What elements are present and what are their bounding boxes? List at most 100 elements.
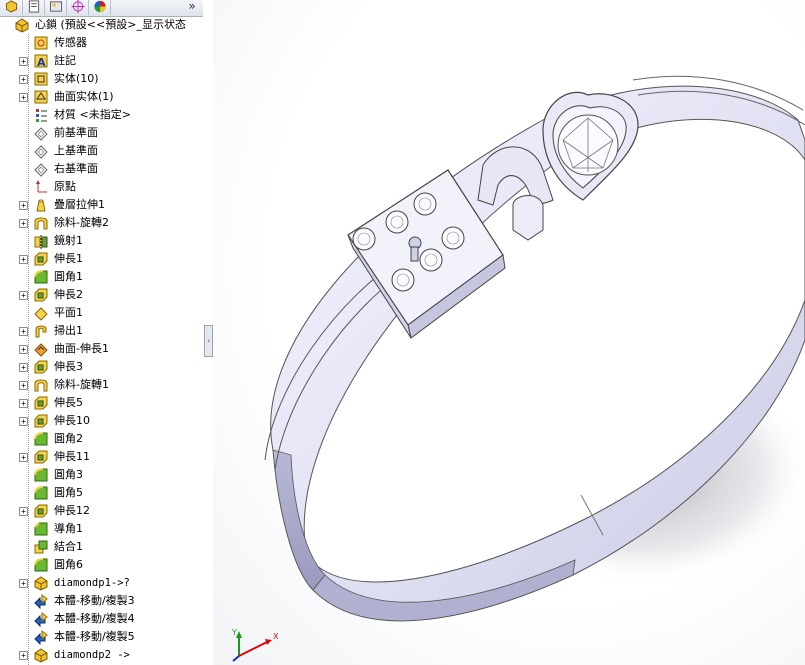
tree-item[interactable]: + 实体(10) bbox=[0, 70, 203, 88]
tree-item[interactable]: + 伸長3 bbox=[0, 358, 203, 376]
tree-item-label: 本體-移動/複製5 bbox=[54, 630, 135, 643]
tree-item[interactable]: + 除料-旋轉1 bbox=[0, 376, 203, 394]
tree-item-label: 圓角6 bbox=[54, 558, 83, 571]
expand-toggle[interactable]: + bbox=[19, 93, 28, 102]
tree-item-label: 原點 bbox=[54, 180, 76, 193]
mirror-icon bbox=[33, 233, 49, 249]
material-icon bbox=[33, 107, 49, 123]
tree-item[interactable]: + 掃出1 bbox=[0, 322, 203, 340]
tree-item[interactable]: 平面1 bbox=[0, 304, 203, 322]
tree-item[interactable]: 材質 <未指定> bbox=[0, 106, 203, 124]
crosshair-icon bbox=[71, 0, 85, 17]
expand-toggle[interactable]: + bbox=[19, 219, 28, 228]
tree-item[interactable]: 結合1 bbox=[0, 538, 203, 556]
tree-item[interactable]: 前基準面 bbox=[0, 124, 203, 142]
tree-item[interactable]: + A 註記 bbox=[0, 52, 203, 70]
loft-icon bbox=[33, 197, 49, 213]
expand-toggle[interactable]: + bbox=[19, 507, 28, 516]
tree-item-label: 材質 <未指定> bbox=[54, 108, 131, 121]
tree-item[interactable]: + 疊層拉伸1 bbox=[0, 196, 203, 214]
tree-item[interactable]: + 伸長11 bbox=[0, 448, 203, 466]
origin-icon bbox=[33, 179, 49, 195]
surface-bodies-icon bbox=[33, 89, 49, 105]
tree-item-label: 右基準面 bbox=[54, 162, 98, 175]
expand-toggle[interactable]: + bbox=[19, 75, 28, 84]
expand-toggle[interactable]: + bbox=[19, 399, 28, 408]
tree-item[interactable]: 圓角3 bbox=[0, 466, 203, 484]
extrude-icon bbox=[33, 413, 49, 429]
feature-manager-tab[interactable] bbox=[2, 0, 23, 15]
tree-item[interactable]: 本體-移動/複製5 bbox=[0, 628, 203, 646]
expand-toggle[interactable]: + bbox=[19, 453, 28, 462]
tree-item[interactable]: 圓角5 bbox=[0, 484, 203, 502]
tree-item-label: diamondp2 -> bbox=[54, 649, 130, 661]
configuration-manager-tab[interactable] bbox=[46, 0, 67, 15]
tree-item-label: 圓角1 bbox=[54, 270, 83, 283]
plane-icon bbox=[33, 125, 49, 141]
feature-tree-icon bbox=[5, 0, 19, 17]
tree-item-label: 上基準面 bbox=[54, 144, 98, 157]
tree-item[interactable]: + diamondp2 -> bbox=[0, 646, 203, 664]
tree-root-part[interactable]: 心鎖 (預設<<預設>_显示状态 bbox=[0, 16, 203, 34]
tree-item[interactable]: 本體-移動/複製4 bbox=[0, 610, 203, 628]
display-manager-tab[interactable] bbox=[90, 0, 111, 15]
tree-item-label: 平面1 bbox=[54, 306, 83, 319]
plane-icon bbox=[33, 143, 49, 159]
more-tabs-button[interactable]: » bbox=[183, 0, 201, 15]
tree-item[interactable]: 原點 bbox=[0, 178, 203, 196]
move-copy-icon bbox=[33, 593, 49, 609]
expand-toggle[interactable]: + bbox=[19, 255, 28, 264]
fillet-icon bbox=[33, 557, 49, 573]
tree-item-label: 圓角2 bbox=[54, 432, 83, 445]
expand-toggle[interactable]: + bbox=[19, 57, 28, 66]
tree-item-label: 伸長10 bbox=[54, 414, 90, 427]
tree-item-label: 除料-旋轉2 bbox=[54, 216, 109, 229]
extrude-icon bbox=[33, 251, 49, 267]
expand-toggle[interactable]: + bbox=[19, 579, 28, 588]
expand-toggle[interactable]: + bbox=[19, 345, 28, 354]
expand-toggle[interactable]: + bbox=[19, 201, 28, 210]
graphics-viewport[interactable]: Y X bbox=[213, 0, 805, 665]
tree-item[interactable]: + 伸長12 bbox=[0, 502, 203, 520]
expand-toggle[interactable]: + bbox=[19, 363, 28, 372]
tree-item[interactable]: + 曲面-伸長1 bbox=[0, 340, 203, 358]
tree-item[interactable]: + 伸長10 bbox=[0, 412, 203, 430]
collapse-panel-handle[interactable]: ‹ bbox=[204, 325, 213, 357]
tree-item[interactable]: 導角1 bbox=[0, 520, 203, 538]
tree-item[interactable]: 右基準面 bbox=[0, 160, 203, 178]
sensor-icon bbox=[33, 35, 49, 51]
expand-toggle[interactable]: + bbox=[19, 327, 28, 336]
expand-toggle[interactable]: + bbox=[19, 417, 28, 426]
tree-item-label: 伸長3 bbox=[54, 360, 83, 373]
triad-x-label: X bbox=[273, 632, 279, 641]
extrude-icon bbox=[33, 395, 49, 411]
tree-item-label: 曲面实体(1) bbox=[54, 90, 114, 103]
expand-toggle[interactable]: + bbox=[19, 651, 28, 660]
dimxpert-tab[interactable] bbox=[68, 0, 89, 15]
tree-item[interactable]: 鏡射1 bbox=[0, 232, 203, 250]
tree-item[interactable]: + 伸長1 bbox=[0, 250, 203, 268]
bracelet-model bbox=[264, 75, 805, 622]
tree-item[interactable]: 上基準面 bbox=[0, 142, 203, 160]
move-copy-icon bbox=[33, 611, 49, 627]
tree-item[interactable]: + 伸長5 bbox=[0, 394, 203, 412]
tree-item[interactable]: 圓角1 bbox=[0, 268, 203, 286]
tree-item-label: 導角1 bbox=[54, 522, 83, 535]
tree-item[interactable]: 本體-移動/複製3 bbox=[0, 592, 203, 610]
tree-item[interactable]: + diamondp1->? bbox=[0, 574, 203, 592]
part-icon bbox=[14, 17, 30, 33]
expand-toggle[interactable]: + bbox=[19, 381, 28, 390]
tree-item[interactable]: + 伸長2 bbox=[0, 286, 203, 304]
plane-feature-icon bbox=[33, 305, 49, 321]
tree-item[interactable]: 圓角2 bbox=[0, 430, 203, 448]
triad-y-label: Y bbox=[232, 628, 237, 637]
tree-item[interactable]: 圓角6 bbox=[0, 556, 203, 574]
property-icon bbox=[27, 0, 41, 17]
tree-item[interactable]: + 除料-旋轉2 bbox=[0, 214, 203, 232]
part-icon bbox=[33, 647, 49, 663]
property-manager-tab[interactable] bbox=[24, 0, 45, 15]
tree-item[interactable]: 传感器 bbox=[0, 34, 203, 52]
tree-item-label: 疊層拉伸1 bbox=[54, 198, 105, 211]
expand-toggle[interactable]: + bbox=[19, 291, 28, 300]
tree-item[interactable]: + 曲面实体(1) bbox=[0, 88, 203, 106]
